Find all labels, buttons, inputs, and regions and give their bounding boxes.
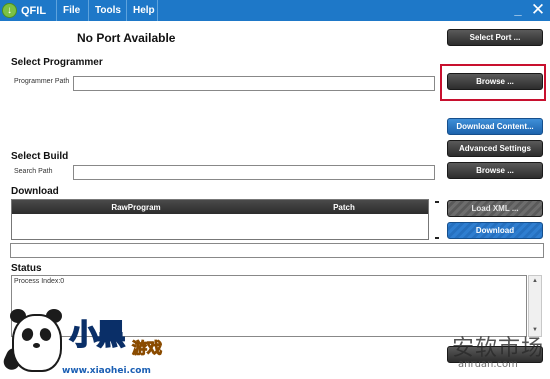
progress-field <box>10 243 544 258</box>
menu-file[interactable]: File <box>56 0 86 21</box>
status-scrollbar[interactable]: ▲ ▼ <box>528 275 542 337</box>
download-content-button[interactable]: Download Content... <box>447 118 543 135</box>
search-path-input[interactable] <box>73 165 435 180</box>
menu-help[interactable]: Help <box>126 0 158 21</box>
advanced-settings-button[interactable]: Advanced Settings <box>447 140 543 157</box>
watermark-url: www.xiaohei.com <box>62 366 151 376</box>
watermark-logo-text: 小黑 <box>69 317 126 352</box>
select-programmer-heading: Select Programmer <box>11 57 103 68</box>
programmer-path-input[interactable] <box>73 76 435 91</box>
column-header-rawprogram: RawProgram <box>111 202 161 212</box>
select-build-heading: Select Build <box>11 151 69 162</box>
load-xml-button[interactable]: Load XML ... <box>447 200 543 217</box>
status-log-text: Process Index:0 <box>14 278 65 285</box>
panda-nose-shape <box>33 343 40 348</box>
download-button[interactable]: Download <box>447 222 543 239</box>
remove-patch-icon[interactable] <box>435 237 439 239</box>
title-bar: ↓ QFIL File Tools Help _ ✕ <box>0 0 550 21</box>
status-heading: Status <box>11 263 42 274</box>
close-icon[interactable]: ✕ <box>530 1 546 19</box>
download-table[interactable]: RawProgram Patch <box>11 199 429 240</box>
column-header-patch: Patch <box>333 202 355 212</box>
minimize-icon[interactable]: _ <box>511 3 525 17</box>
app-badge: ↓ QFIL <box>2 2 54 19</box>
qfil-logo-icon: ↓ <box>2 3 17 18</box>
table-header: RawProgram Patch <box>12 200 428 214</box>
annotation-highlight-box <box>440 64 546 101</box>
build-browse-button[interactable]: Browse ... <box>447 162 543 179</box>
port-status: No Port Available <box>77 31 176 45</box>
download-heading: Download <box>11 186 59 197</box>
menu-tools[interactable]: Tools <box>88 0 124 21</box>
programmer-path-label: Programmer Path <box>14 78 70 85</box>
watermark-right-url: anruan.com <box>458 359 518 370</box>
scroll-up-icon[interactable]: ▲ <box>529 276 541 287</box>
search-path-label: Search Path <box>14 168 53 175</box>
remove-rawprogram-icon[interactable] <box>435 201 439 203</box>
app-title: QFIL <box>21 4 47 17</box>
watermark-right-text: 安软市场 <box>452 336 545 361</box>
watermark-logo-subtext: 游戏 <box>131 339 163 358</box>
select-port-button[interactable]: Select Port ... <box>447 29 543 46</box>
